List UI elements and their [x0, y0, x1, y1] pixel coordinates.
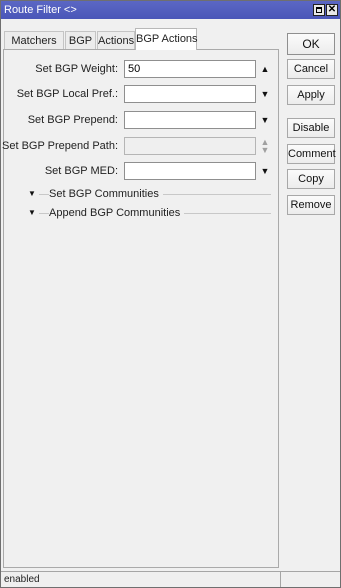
tab-label: Matchers — [11, 35, 57, 47]
bgp-med-input[interactable] — [124, 162, 256, 180]
append-bgp-communities-section[interactable]: ▼ Append BGP Communities — [28, 206, 271, 220]
section-label: Append BGP Communities — [49, 206, 185, 220]
window-title: Route Filter <> — [4, 4, 77, 16]
arrow-up-icon: ▲ — [260, 64, 270, 74]
arrow-down-icon: ▼ — [260, 115, 270, 125]
tab-matchers[interactable]: Matchers — [4, 31, 64, 49]
close-button[interactable]: ✕ — [326, 4, 338, 16]
set-bgp-communities-section[interactable]: ▼ Set BGP Communities — [28, 187, 271, 201]
apply-button[interactable]: Apply — [287, 85, 335, 105]
bgp-prepend-path-updown[interactable]: ▲ ▼ — [260, 137, 270, 156]
section-divider — [39, 194, 49, 195]
copy-button[interactable]: Copy — [287, 169, 335, 189]
bgp-med-dropdown[interactable]: ▼ — [260, 162, 270, 180]
status-bar: enabled — [1, 571, 340, 587]
disable-button[interactable]: Disable — [287, 118, 335, 138]
tab-actions[interactable]: Actions — [97, 31, 135, 49]
ok-button[interactable]: OK — [287, 33, 335, 55]
bgp-med-label: Set BGP MED: — [44, 165, 118, 177]
restore-icon — [316, 7, 322, 13]
bgp-weight-collapse-arrow[interactable]: ▲ — [260, 60, 270, 78]
arrow-down-icon: ▼ — [260, 145, 270, 155]
bgp-prepend-label: Set BGP Prepend: — [27, 114, 118, 126]
route-filter-window: Route Filter <> ✕ Matchers BGP Actions B… — [0, 0, 341, 588]
expand-toggle-icon[interactable]: ▼ — [28, 187, 36, 201]
section-divider — [39, 213, 49, 214]
bgp-weight-input[interactable] — [124, 60, 256, 78]
status-text: enabled — [4, 574, 40, 585]
cancel-button[interactable]: Cancel — [287, 59, 335, 79]
tab-bgp-actions[interactable]: BGP Actions — [135, 28, 198, 50]
bgp-prepend-dropdown[interactable]: ▼ — [260, 111, 270, 129]
bgp-prepend-path-input[interactable] — [124, 137, 256, 155]
arrow-down-icon: ▼ — [260, 89, 270, 99]
bgp-local-pref-label: Set BGP Local Pref.: — [16, 88, 118, 100]
tab-bgp[interactable]: BGP — [65, 31, 96, 49]
arrow-down-icon: ▼ — [260, 166, 270, 176]
remove-button[interactable]: Remove — [287, 195, 335, 215]
restore-button[interactable] — [313, 4, 325, 16]
bgp-local-pref-input[interactable] — [124, 85, 256, 103]
title-bar[interactable]: Route Filter <> ✕ — [1, 1, 340, 19]
tab-label: BGP — [68, 35, 93, 47]
bgp-prepend-input[interactable] — [124, 111, 256, 129]
bgp-local-pref-dropdown[interactable]: ▼ — [260, 85, 270, 103]
close-icon: ✕ — [327, 4, 337, 15]
section-label: Set BGP Communities — [49, 187, 163, 201]
tab-label: BGP Actions — [136, 33, 198, 45]
expand-toggle-icon[interactable]: ▼ — [28, 206, 36, 220]
tab-label: Actions — [98, 35, 135, 47]
status-divider — [280, 572, 281, 587]
comment-button[interactable]: Comment — [287, 144, 336, 164]
bgp-weight-label: Set BGP Weight: — [35, 63, 118, 75]
bgp-prepend-path-label: Set BGP Prepend Path: — [2, 140, 118, 152]
